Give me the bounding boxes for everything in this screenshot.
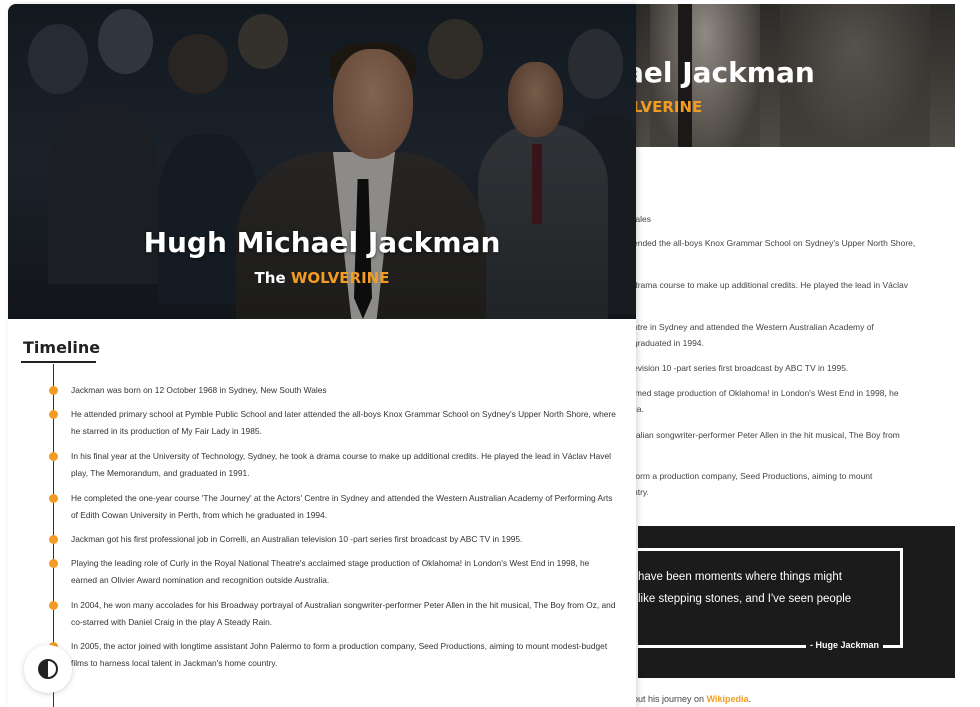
back-hero-title: ael Jackman (625, 56, 815, 89)
hero-image: Hugh Michael Jackman The WOLVERINE (8, 4, 636, 319)
timeline-dot (49, 494, 58, 503)
timeline-item-text: He attended primary school at Pymble Pub… (71, 409, 616, 436)
quote-line-1: have been moments where things might (638, 571, 842, 583)
timeline-item-text: He completed the one-year course 'The Jo… (71, 493, 613, 520)
theme-toggle-button[interactable] (24, 645, 72, 693)
hero-subtitle-prefix: The (254, 269, 286, 287)
front-page: Hugh Michael Jackman The WOLVERINE Timel… (8, 4, 636, 707)
timeline-item-text: Jackman was born on 12 October 1968 in S… (71, 385, 327, 395)
timeline-item-text: Jackman got his first professional job i… (71, 534, 523, 544)
wikipedia-link[interactable]: Wikipedia (707, 694, 749, 704)
quote-author: - Huge Jackman (806, 640, 884, 650)
back-text-line: imed stage production of Oklahoma! in Lo… (633, 388, 899, 398)
back-text-line: graduated in 1994. (633, 338, 704, 348)
quote-box: have been moments where things might lik… (638, 526, 955, 678)
timeline-dot (49, 601, 58, 610)
back-footer-suffix: . (748, 694, 752, 704)
back-footer-text: out his journey on (633, 694, 705, 704)
timeline-dot (49, 559, 58, 568)
timeline-heading: Timeline (23, 338, 101, 357)
back-text-line: ntre in Sydney and attended the Western … (633, 322, 874, 332)
timeline-dot (49, 410, 58, 419)
back-text-line: ended the all-boys Knox Grammar School o… (633, 238, 916, 248)
back-hero-image: ael Jackman LVERINE (610, 4, 955, 147)
timeline-item-text: Playing the leading role of Curly in the… (71, 558, 590, 585)
timeline-dot (49, 386, 58, 395)
back-hero-subtitle: LVERINE (633, 98, 703, 116)
hero-subtitle-accent: WOLVERINE (290, 269, 390, 287)
quote-line-2: like stepping stones, and I've seen peop… (638, 593, 852, 605)
hero-subtitle: The WOLVERINE (8, 269, 636, 287)
back-text-line: ralian songwriter-performer Peter Allen … (633, 430, 900, 440)
back-page: ael Jackman LVERINE /ales ended the all-… (610, 4, 955, 707)
hero-title: Hugh Michael Jackman (143, 226, 501, 259)
back-footer: out his journey on Wikipedia. (633, 694, 751, 704)
timeline-dot (49, 535, 58, 544)
back-text-line: evision 10 -part series first broadcast … (633, 363, 849, 373)
timeline-dot (49, 452, 58, 461)
back-text-line: form a production company, Seed Producti… (633, 471, 873, 481)
timeline-heading-underline (21, 361, 96, 363)
back-text-line: drama course to make up additional credi… (633, 280, 908, 290)
contrast-icon (38, 659, 58, 679)
timeline-item-text: In 2004, he won many accolades for his B… (71, 600, 616, 627)
timeline-item-text: In 2005, the actor joined with longtime … (71, 641, 608, 668)
timeline-item-text: In his final year at the University of T… (71, 451, 612, 478)
